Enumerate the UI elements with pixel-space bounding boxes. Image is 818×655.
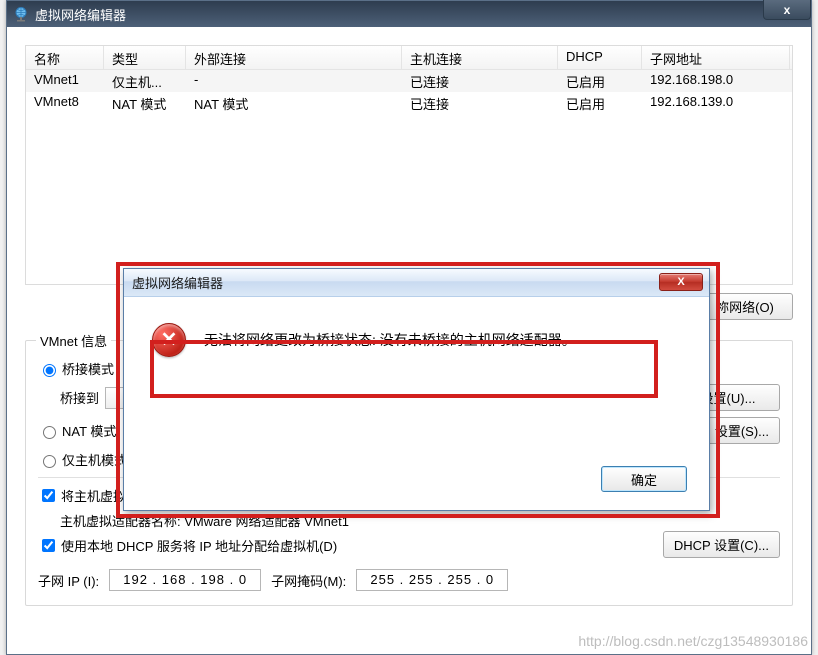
bridge-radio-label: 桥接模式 <box>62 359 114 378</box>
nat-settings-button[interactable]: 设置(S)... <box>704 417 780 444</box>
nat-radio[interactable] <box>43 426 56 439</box>
table-row[interactable]: VMnet1 仅主机... - 已连接 已启用 192.168.198.0 <box>26 70 792 92</box>
error-message-text: 无法将网络更改为桥接状态: 没有未桥接的主机网络适配器。 <box>204 330 576 350</box>
dhcp-settings-row: DHCP 设置(C)... <box>663 531 780 558</box>
table-header-row: 名称 类型 外部连接 主机连接 DHCP 子网地址 <box>26 46 792 70</box>
error-message-row: ✕ 无法将网络更改为桥接状态: 没有未桥接的主机网络适配器。 <box>152 323 681 357</box>
main-title: 虚拟网络编辑器 <box>35 5 126 24</box>
error-dialog-titlebar: 虚拟网络编辑器 X <box>124 269 709 297</box>
col-dhcp[interactable]: DHCP <box>558 46 642 69</box>
error-icon: ✕ <box>152 323 186 357</box>
col-subnet[interactable]: 子网地址 <box>642 46 790 69</box>
group-title: VMnet 信息 <box>36 331 111 350</box>
globe-icon <box>13 6 29 22</box>
col-hostconn[interactable]: 主机连接 <box>402 46 558 69</box>
add-network-button[interactable]: 祢网络(O) <box>697 293 793 320</box>
host-adapter-checkbox[interactable] <box>42 489 55 502</box>
dhcp-settings-button[interactable]: DHCP 设置(C)... <box>663 531 780 558</box>
subnet-ip-input[interactable]: 192 . 168 . 198 . 0 <box>109 569 261 591</box>
cell-type: 仅主机... <box>104 70 186 92</box>
host-adapter-name-row: 主机虚拟适配器名称: VMware 网络适配器 VMnet1 <box>60 511 780 530</box>
cell-external: - <box>186 70 402 92</box>
network-table: 名称 类型 外部连接 主机连接 DHCP 子网地址 VMnet1 仅主机... … <box>25 45 793 285</box>
cell-dhcp: 已启用 <box>558 92 642 114</box>
col-external[interactable]: 外部连接 <box>186 46 402 69</box>
host-adapter-name-label: 主机虚拟适配器名称: VMware 网络适配器 VMnet1 <box>60 511 349 530</box>
error-dialog: 虚拟网络编辑器 X ✕ 无法将网络更改为桥接状态: 没有未桥接的主机网络适配器。… <box>123 268 710 511</box>
col-type[interactable]: 类型 <box>104 46 186 69</box>
subnet-ip-label: 子网 IP (I): <box>38 571 99 590</box>
col-name[interactable]: 名称 <box>26 46 104 69</box>
watermark-text: http://blog.csdn.net/czg13548930186 <box>578 633 808 649</box>
cell-external: NAT 模式 <box>186 92 402 114</box>
subnet-row: 子网 IP (I): 192 . 168 . 198 . 0 子网掩码(M): … <box>38 569 780 591</box>
error-dialog-body: ✕ 无法将网络更改为桥接状态: 没有未桥接的主机网络适配器。 确定 <box>124 297 709 510</box>
error-dialog-title: 虚拟网络编辑器 <box>132 273 223 292</box>
cell-subnet: 192.168.198.0 <box>642 70 790 92</box>
dhcp-checkbox[interactable] <box>42 539 55 552</box>
subnet-mask-label: 子网掩码(M): <box>271 571 346 590</box>
ok-button[interactable]: 确定 <box>601 466 687 492</box>
cell-name: VMnet1 <box>26 70 104 92</box>
close-icon: x <box>784 3 791 17</box>
error-x-glyph: ✕ <box>161 330 178 350</box>
hostonly-radio-label: 仅主机模式 <box>62 450 127 469</box>
table-body: VMnet1 仅主机... - 已连接 已启用 192.168.198.0 VM… <box>26 70 792 114</box>
error-dialog-close-button[interactable]: X <box>659 273 703 291</box>
nat-radio-label: NAT 模式 <box>62 421 116 440</box>
close-icon: X <box>677 276 684 288</box>
bridge-radio[interactable] <box>43 364 56 377</box>
ok-button-row: 确定 <box>601 466 687 492</box>
dhcp-check-label: 使用本地 DHCP 服务将 IP 地址分配给虚拟机(D) <box>61 536 337 555</box>
cell-hostconn: 已连接 <box>402 92 558 114</box>
hostonly-radio[interactable] <box>43 455 56 468</box>
main-titlebar: 虚拟网络编辑器 x <box>7 1 811 27</box>
bridge-to-label: 桥接到 <box>60 388 99 407</box>
subnet-mask-input[interactable]: 255 . 255 . 255 . 0 <box>356 569 508 591</box>
cell-dhcp: 已启用 <box>558 70 642 92</box>
window-close-button[interactable]: x <box>763 0 811 20</box>
cell-hostconn: 已连接 <box>402 70 558 92</box>
table-row[interactable]: VMnet8 NAT 模式 NAT 模式 已连接 已启用 192.168.139… <box>26 92 792 114</box>
cell-name: VMnet8 <box>26 92 104 114</box>
cell-type: NAT 模式 <box>104 92 186 114</box>
cell-subnet: 192.168.139.0 <box>642 92 790 114</box>
